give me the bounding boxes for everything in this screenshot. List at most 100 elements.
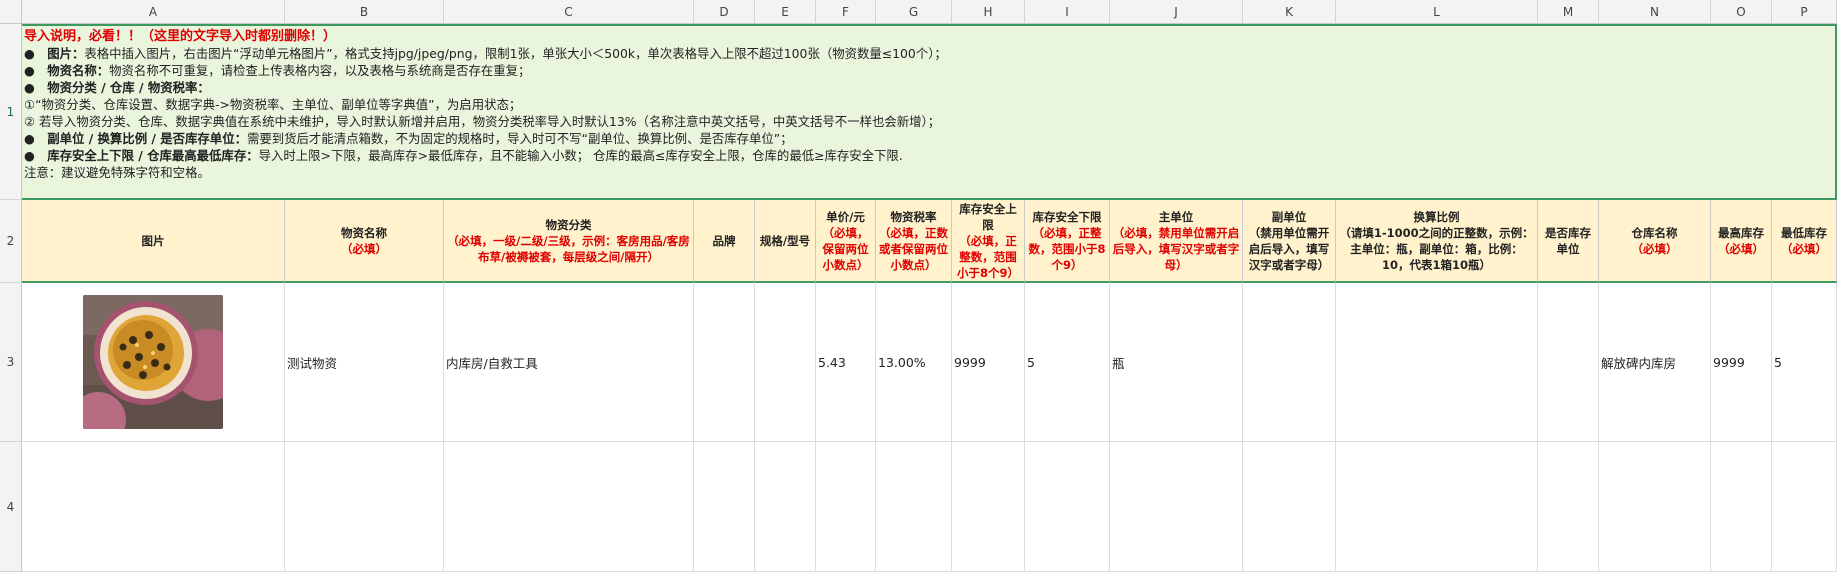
spreadsheet[interactable]: A B C D E F G H I J K L M N O P 1 2 3 4 … (0, 0, 1837, 572)
cell-d4[interactable] (694, 442, 755, 572)
instruction-name-label: ● 物资名称： (24, 63, 110, 78)
cell-m4[interactable] (1538, 442, 1599, 572)
cell-e4[interactable] (755, 442, 816, 572)
header-cell-category[interactable]: 物资分类 （必填，一级/二级/三级，示例：客房用品/客房布草/被褥被套，每层级之… (444, 200, 694, 283)
cell-i3-lower[interactable]: 5 (1025, 283, 1110, 442)
header-title: 物资名称 (341, 225, 387, 240)
cell-p4[interactable] (1772, 442, 1837, 572)
cell-h3-upper[interactable]: 9999 (952, 283, 1025, 442)
cell-g3-tax[interactable]: 13.00% (876, 283, 952, 442)
header-cell-ratio[interactable]: 换算比例 （请填1-1000之间的正整数，示例：主单位：瓶，副单位：箱，比例：1… (1336, 200, 1538, 283)
instruction-stock-label: ● 库存安全上下限 / 仓库最高最低库存： (24, 148, 259, 163)
header-title: 主单位 (1158, 209, 1194, 224)
instruction-category-label: ● 物资分类 / 仓库 / 物资税率： (24, 80, 210, 95)
header-cell-main-unit[interactable]: 主单位 （必填，禁用单位需开启后导入，填写汉字或者字母） (1110, 200, 1243, 283)
header-cell-lower-limit[interactable]: 库存安全下限 （必填，正整数，范围小于8个9） (1025, 200, 1110, 283)
col-header-f[interactable]: F (816, 0, 876, 24)
cell-p3-min[interactable]: 5 (1772, 283, 1837, 442)
col-header-c[interactable]: C (444, 0, 694, 24)
instructions-title: 导入说明，必看！！（这里的文字导入时都别删除！） (24, 29, 337, 44)
header-cell-sub-unit[interactable]: 副单位 （禁用单位需开启后导入，填写汉字或者字母） (1243, 200, 1336, 283)
cell-c4[interactable] (444, 442, 694, 572)
col-header-l[interactable]: L (1336, 0, 1538, 24)
instruction-stock: ● 库存安全上下限 / 仓库最高最低库存：导入时上限>下限，最高库存>最低库存，… (24, 147, 1833, 164)
header-title: 物资税率 (890, 209, 937, 224)
cell-k4[interactable] (1243, 442, 1336, 572)
header-cell-upper-limit[interactable]: 库存安全上限 （必填，正整数，范围小于8个9） (952, 200, 1025, 283)
cell-g4[interactable] (876, 442, 952, 572)
header-cell-min-stock[interactable]: 最低库存 （必填） (1772, 200, 1837, 283)
cell-j4[interactable] (1110, 442, 1243, 572)
cell-h4[interactable] (952, 442, 1025, 572)
header-sub-note: （请填1-1000之间的正整数，示例：主单位：瓶，副单位：箱，比例：10，代表1… (1339, 225, 1534, 272)
header-cell-price[interactable]: 单价/元 （必填，保留两位小数点） (816, 200, 876, 283)
header-cell-name[interactable]: 物资名称 （必填） (285, 200, 444, 283)
header-cell-warehouse[interactable]: 仓库名称 （必填） (1599, 200, 1711, 283)
col-header-a[interactable]: A (22, 0, 285, 24)
cell-l4[interactable] (1336, 442, 1538, 572)
cell-e3-spec[interactable] (755, 283, 816, 442)
col-header-e[interactable]: E (755, 0, 816, 24)
header-cell-tax[interactable]: 物资税率 （必填，正数或者保留两位小数点） (876, 200, 952, 283)
header-title: 最低库存 (1781, 225, 1827, 240)
col-header-b[interactable]: B (285, 0, 444, 24)
col-header-m[interactable]: M (1538, 0, 1599, 24)
row-header-1[interactable]: 1 (0, 24, 22, 200)
row-header-4[interactable]: 4 (0, 442, 22, 572)
col-header-o[interactable]: O (1711, 0, 1772, 24)
cell-l3-ratio[interactable] (1336, 283, 1538, 442)
instruction-subunit: ● 副单位 / 换算比例 / 是否库存单位：需要到货后才能清点箱数，不为固定的规… (24, 130, 1833, 147)
row-header-3[interactable]: 3 (0, 283, 22, 442)
cell-m3-stockunit[interactable] (1538, 283, 1599, 442)
col-header-p[interactable]: P (1772, 0, 1837, 24)
cell-d3-brand[interactable] (694, 283, 755, 442)
header-title: 库存安全下限 (1032, 209, 1102, 224)
col-header-h[interactable]: H (952, 0, 1025, 24)
passion-fruit-image (83, 295, 223, 429)
col-header-n[interactable]: N (1599, 0, 1711, 24)
cell-o3-max[interactable]: 9999 (1711, 283, 1772, 442)
header-title: 品牌 (712, 233, 736, 248)
instruction-name-text: 物资名称不可重复，请检查上传表格内容，以及表格与系统商是否存在重复； (109, 63, 531, 78)
cell-n3-warehouse[interactable]: 解放碑内库房 (1599, 283, 1711, 442)
col-header-k[interactable]: K (1243, 0, 1336, 24)
instruction-image-label: ● 图片： (24, 46, 85, 61)
header-title: 仓库名称 (1631, 225, 1678, 240)
col-header-d[interactable]: D (694, 0, 755, 24)
cell-b4[interactable] (285, 442, 444, 572)
row-header-2[interactable]: 2 (0, 200, 22, 283)
header-required-note: （必填） (1631, 241, 1678, 256)
col-header-g[interactable]: G (876, 0, 952, 24)
col-header-i[interactable]: I (1025, 0, 1110, 24)
instruction-subunit-text: 需要到货后才能清点箱数，不为固定的规格时，导入时可不写“副单位、换算比例、是否库… (246, 131, 793, 146)
cell-i4[interactable] (1025, 442, 1110, 572)
header-cell-spec[interactable]: 规格/型号 (755, 200, 816, 283)
header-title: 最高库存 (1718, 225, 1764, 240)
cell-a4[interactable] (22, 442, 285, 572)
header-cell-stock-unit[interactable]: 是否库存单位 (1538, 200, 1599, 283)
header-sub-note: （禁用单位需开启后导入，填写汉字或者字母） (1248, 225, 1330, 272)
select-all-corner[interactable] (0, 0, 22, 24)
instruction-category: ● 物资分类 / 仓库 / 物资税率： (24, 79, 1833, 96)
header-required-note: （必填，正整数，范围小于8个9） (956, 233, 1019, 280)
instruction-note: 注意：建议避免特殊字符和空格。 (24, 165, 210, 180)
cell-b3-name[interactable]: 测试物资 (285, 283, 444, 442)
header-cell-image[interactable]: 图片 (22, 200, 285, 283)
instruction-image: ● 图片：表格中插入图片，右击图片“浮动单元格图片”，格式支持jpg/jpeg/… (24, 45, 1833, 62)
cell-j3-unit[interactable]: 瓶 (1110, 283, 1243, 442)
cell-k3-subunit[interactable] (1243, 283, 1336, 442)
cell-o4[interactable] (1711, 442, 1772, 572)
instruction-category-2: ② 若导入物资分类、仓库、数据字典值在系统中未维护，导入时默认新增并启用，物资分… (24, 114, 941, 129)
cell-c3-category[interactable]: 内库房/自救工具 (444, 283, 694, 442)
floating-product-image[interactable] (83, 295, 223, 429)
import-instructions-cell[interactable]: 导入说明，必看！！（这里的文字导入时都别删除！） ● 图片：表格中插入图片，右击… (22, 24, 1837, 200)
cell-n4[interactable] (1599, 442, 1711, 572)
col-header-j[interactable]: J (1110, 0, 1243, 24)
header-required-note: （必填，保留两位小数点） (822, 225, 869, 272)
header-cell-max-stock[interactable]: 最高库存 （必填） (1711, 200, 1772, 283)
cell-f4[interactable] (816, 442, 876, 572)
header-cell-brand[interactable]: 品牌 (694, 200, 755, 283)
header-required-note: （必填，禁用单位需开启后导入，填写汉字或者字母） (1112, 225, 1240, 272)
cell-f3-price[interactable]: 5.43 (816, 283, 876, 442)
header-title: 物资分类 (545, 217, 592, 232)
